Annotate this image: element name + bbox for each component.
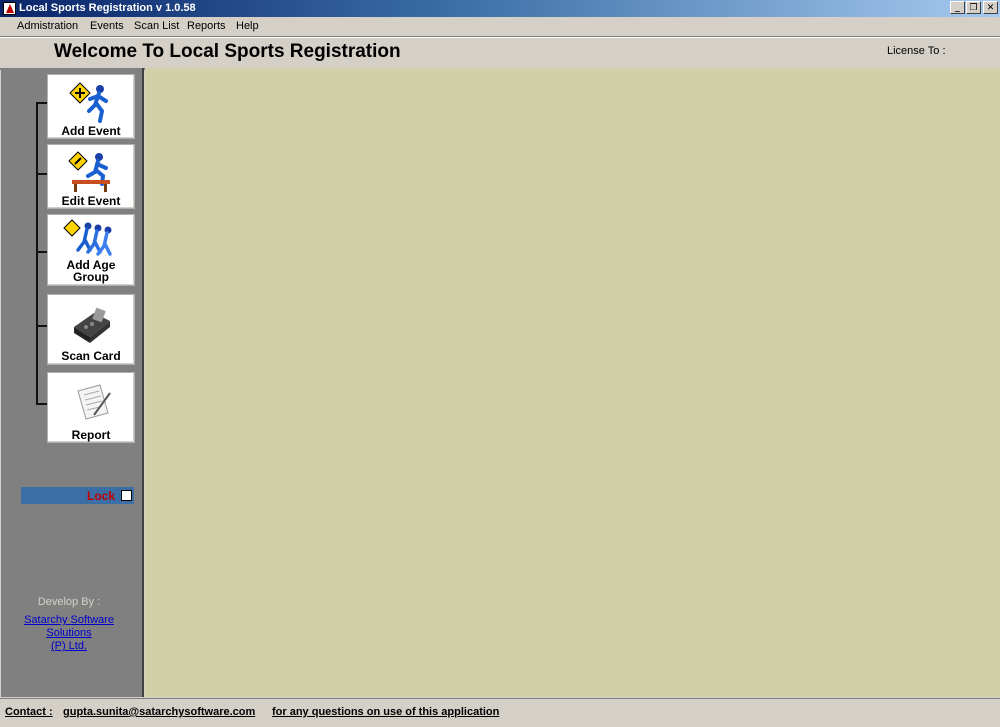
license-label: License To : [887,45,946,57]
report-button[interactable]: Report [47,372,135,443]
window-title: Local Sports Registration v 1.0.58 [19,2,196,14]
tree-branch [36,325,47,327]
report-label: Report [71,428,111,442]
tree-branch [36,403,47,405]
header-bar: Welcome To Local Sports Registration Lic… [0,37,1000,70]
add-event-icon [69,82,108,123]
tree-branch [36,102,47,104]
page-title: Welcome To Local Sports Registration [54,41,401,62]
tree-connector [36,102,38,404]
age-group-icon [63,219,112,256]
menu-reports[interactable]: Reports [187,20,226,32]
developer-link-line1[interactable]: Satarchy Software Solutions [1,614,137,640]
main-content-area [145,68,1000,697]
add-age-group-label-line2: Group [73,270,109,284]
menu-help[interactable]: Help [236,20,259,32]
tree-branch [36,173,47,175]
add-event-label: Add Event [61,124,121,138]
developer-link[interactable]: Satarchy Software Solutions (P) Ltd. [1,614,137,653]
app-icon[interactable] [3,2,16,15]
minimize-button[interactable]: _ [950,1,965,14]
restore-button[interactable]: ❐ [966,1,981,14]
develop-by-label: Develop By : [37,596,101,608]
lock-bar: Lock [21,487,134,504]
title-bar[interactable]: Local Sports Registration v 1.0.58 _ ❐ ✕ [0,0,1000,17]
tree-branch [36,251,47,253]
menu-events[interactable]: Events [90,20,124,32]
window-controls: _ ❐ ✕ [949,1,998,14]
menu-administration[interactable]: Admistration [17,20,78,32]
scan-card-button[interactable]: Scan Card [47,294,135,365]
menu-scan-list[interactable]: Scan List [134,20,179,32]
report-icon [77,384,111,420]
add-age-group-button[interactable]: Add Age Group [47,214,135,286]
contact-note: for any questions on use of this applica… [272,706,500,718]
add-event-button[interactable]: Add Event [47,74,135,139]
lock-checkbox[interactable] [121,490,132,501]
scan-card-label: Scan Card [61,349,121,363]
edit-event-label: Edit Event [61,194,121,208]
card-scanner-icon [74,307,110,343]
contact-email-link[interactable]: gupta.sunita@satarchysoftware.com [63,706,255,718]
edit-event-button[interactable]: Edit Event [47,144,135,209]
edit-event-icon [68,151,110,192]
close-button[interactable]: ✕ [983,1,998,14]
status-bar: Contact : gupta.sunita@satarchysoftware.… [0,698,1000,727]
lock-label: Lock [86,489,115,503]
menu-bar: Admistration Events Scan List Reports He… [0,17,1000,37]
developer-link-line2[interactable]: (P) Ltd. [1,640,137,653]
sidebar: Add Event Edit Event Add Age Group Scan … [1,68,144,697]
contact-label: Contact : [5,706,53,718]
